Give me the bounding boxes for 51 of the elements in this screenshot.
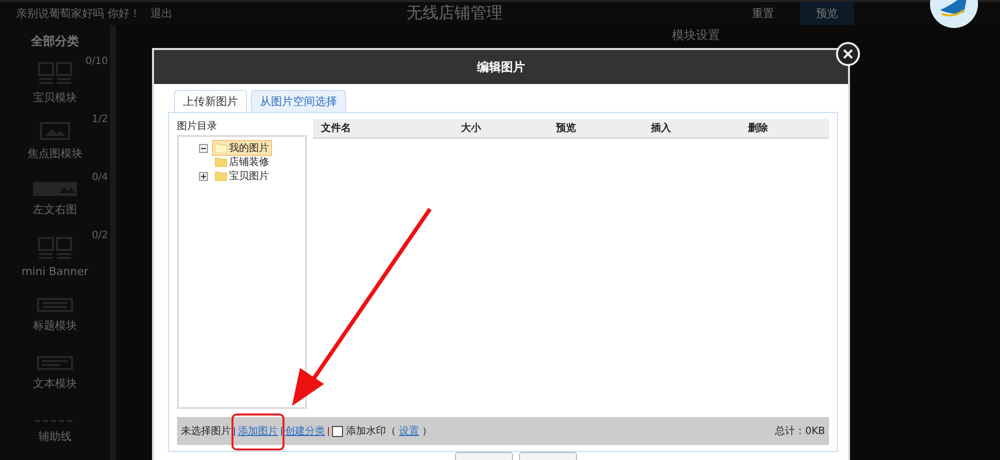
tab[interactable]: 上传新图片 bbox=[174, 90, 247, 113]
column-header: 插入 bbox=[651, 122, 672, 135]
close-icon bbox=[842, 48, 854, 60]
module-label[interactable]: 焦点图模块 bbox=[28, 146, 82, 160]
column-header: 大小 bbox=[461, 122, 482, 135]
module-label[interactable]: 辅助线 bbox=[38, 428, 72, 444]
module-label[interactable]: mini Banner bbox=[22, 264, 88, 278]
page-title: 无线店铺管理 bbox=[405, 3, 504, 24]
module-count: 0/2 bbox=[92, 230, 108, 241]
text-lines-icon bbox=[37, 356, 73, 370]
module-label[interactable]: 文本模块 bbox=[33, 376, 77, 390]
avatar-logo bbox=[930, 0, 978, 30]
module-label[interactable]: 左文右图 bbox=[33, 202, 77, 216]
status-text: 未选择图片 bbox=[181, 424, 231, 438]
closing-paren: ） bbox=[422, 425, 432, 438]
settings-link[interactable]: 设置 bbox=[399, 424, 419, 438]
image-pair-icon bbox=[38, 236, 72, 258]
folder-icon bbox=[215, 143, 227, 153]
module-count: 0/4 bbox=[92, 172, 108, 183]
close-button[interactable] bbox=[836, 42, 860, 66]
dialog-title: 编辑图片 bbox=[154, 50, 848, 84]
module-count: 0/10 bbox=[86, 56, 108, 67]
column-header: 删除 bbox=[748, 122, 769, 135]
panel-title: 模块设置 bbox=[672, 27, 720, 44]
tree-heading: 图片目录 bbox=[177, 120, 218, 133]
logout-link[interactable]: 退出 bbox=[150, 6, 172, 21]
tab[interactable]: 从图片空间选择 bbox=[251, 90, 346, 113]
watermark-checkbox[interactable] bbox=[332, 426, 343, 436]
folder-item[interactable]: 店铺装修 bbox=[212, 154, 272, 170]
folder-item[interactable]: 宝贝图片 bbox=[212, 168, 272, 184]
highlight-frame bbox=[231, 413, 285, 451]
total-size: 总计：0KB bbox=[775, 424, 825, 438]
greeting-text: 亲别说葡萄家好吗 你好！ bbox=[16, 6, 140, 21]
module-label[interactable]: 宝贝模块 bbox=[33, 90, 77, 104]
folder-item[interactable]: 我的图片 bbox=[212, 140, 272, 156]
text-image-icon bbox=[33, 182, 77, 196]
image-icon bbox=[40, 122, 70, 140]
column-header: 文件名 bbox=[321, 122, 352, 135]
module-count: 1/2 bbox=[92, 114, 108, 125]
expand-icon[interactable] bbox=[199, 172, 208, 180]
image-pair-icon bbox=[38, 62, 72, 84]
column-header: 预览 bbox=[556, 122, 577, 135]
text-frame-icon bbox=[37, 298, 73, 312]
reset-button[interactable]: 重置 bbox=[736, 2, 790, 25]
collapse-icon[interactable] bbox=[199, 144, 208, 152]
module-label[interactable]: 标题模块 bbox=[33, 318, 77, 332]
category-heading: 全部分类 bbox=[31, 33, 79, 50]
create-category-link[interactable]: 创建分类 bbox=[285, 424, 325, 438]
folder-icon bbox=[215, 171, 227, 181]
watermark-label: 添加水印（ bbox=[346, 424, 396, 438]
preview-button[interactable]: 预览 bbox=[800, 2, 854, 25]
